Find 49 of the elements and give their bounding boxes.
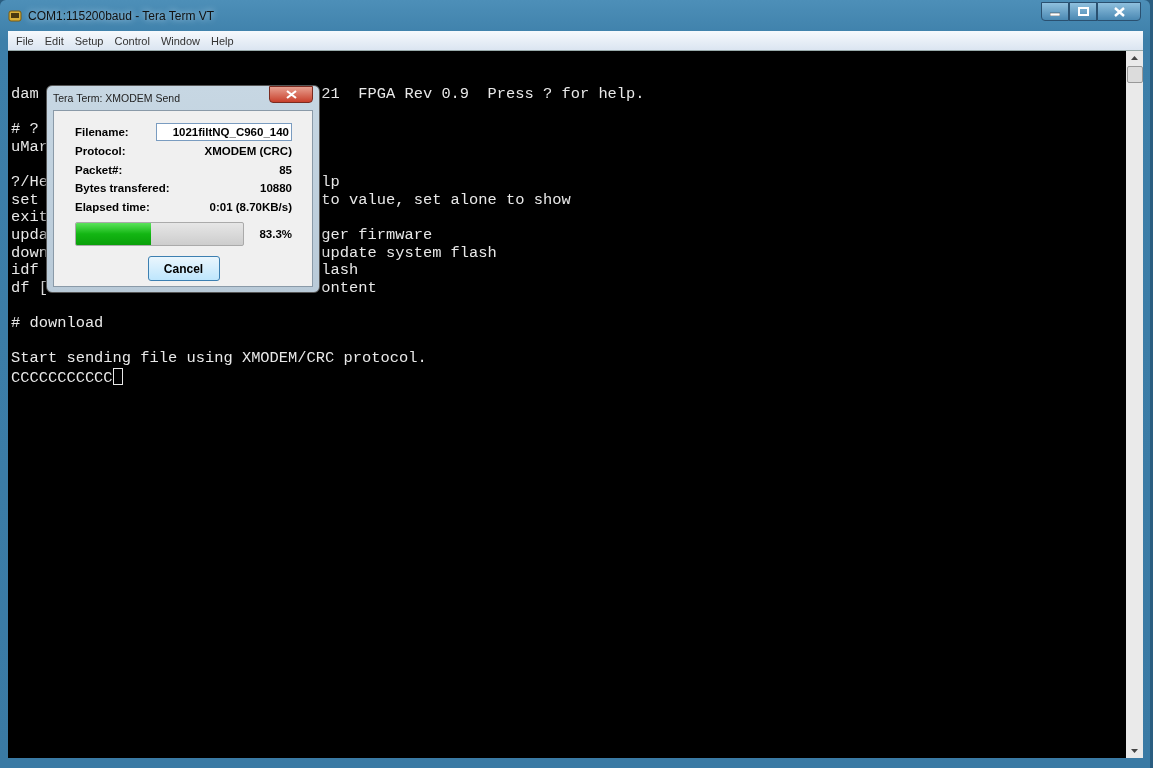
field-label: Filename:: [75, 126, 129, 138]
dialog-title: Tera Term: XMODEM Send: [53, 92, 180, 104]
terminal-line: ger firmware: [321, 226, 433, 245]
terminal-line: # ?: [11, 121, 39, 139]
window-title: COM1:115200baud - Tera Term VT: [28, 8, 215, 23]
terminal-line: # download: [11, 314, 104, 333]
terminal-line: df [: [11, 279, 48, 298]
close-icon: [1113, 6, 1125, 17]
maximize-icon: [1077, 7, 1089, 16]
field-value: 0:01 (8.70KB/s): [209, 201, 292, 214]
field-label: Protocol:: [75, 145, 126, 158]
close-icon: [285, 90, 297, 99]
progress-percent: 83.3%: [259, 228, 292, 241]
terminal-line: idf: [11, 262, 39, 280]
field-value: XMODEM (CRC): [204, 145, 292, 158]
menu-item[interactable]: Control: [110, 34, 154, 47]
terminal-line: to value, set alone to show: [321, 191, 571, 210]
minimize-button[interactable]: [1041, 2, 1069, 21]
app-icon: [8, 8, 22, 23]
terminal-line: dam: [11, 86, 39, 104]
field-value: 85: [279, 163, 292, 176]
maximize-button[interactable]: [1069, 2, 1097, 21]
terminal-line: ontent: [321, 279, 377, 298]
menu-item[interactable]: File: [12, 34, 38, 47]
terminal-line: down: [11, 244, 48, 263]
terminal-line: lp: [321, 174, 340, 192]
field-label: Packet#:: [75, 163, 123, 176]
menu-item[interactable]: Setup: [70, 34, 108, 47]
terminal-line: Start sending file using XMODEM/CRC protocol.: [11, 350, 427, 368]
terminal-line: set: [11, 191, 39, 210]
field-value: 10880: [260, 182, 292, 195]
menu-item[interactable]: Help: [207, 34, 238, 47]
cancel-button[interactable]: Cancel: [147, 256, 220, 282]
terminal-line: exit: [11, 209, 48, 227]
terminal-line: lash: [321, 262, 359, 280]
field-label: Bytes transfered:: [75, 182, 170, 195]
terminal-line: upda: [11, 226, 48, 245]
scrollbar-thumb[interactable]: [1127, 66, 1143, 83]
close-button[interactable]: [269, 86, 313, 103]
field-label: Elapsed time:: [75, 201, 150, 214]
menu-item[interactable]: Edit: [40, 34, 68, 47]
terminal-line: 21 FPGA Rev 0.9 Press ? for help.: [321, 86, 645, 104]
terminal-line: CCCCCCCCCCC: [11, 369, 113, 388]
menu-item[interactable]: Window: [156, 34, 205, 47]
terminal-line: uMar: [11, 138, 48, 157]
close-button[interactable]: [1097, 2, 1141, 21]
terminal-line: ?/He: [11, 174, 48, 192]
filename-field[interactable]: 1021filtNQ_C960_140: [156, 123, 292, 141]
terminal-line: update system flash: [321, 244, 497, 263]
